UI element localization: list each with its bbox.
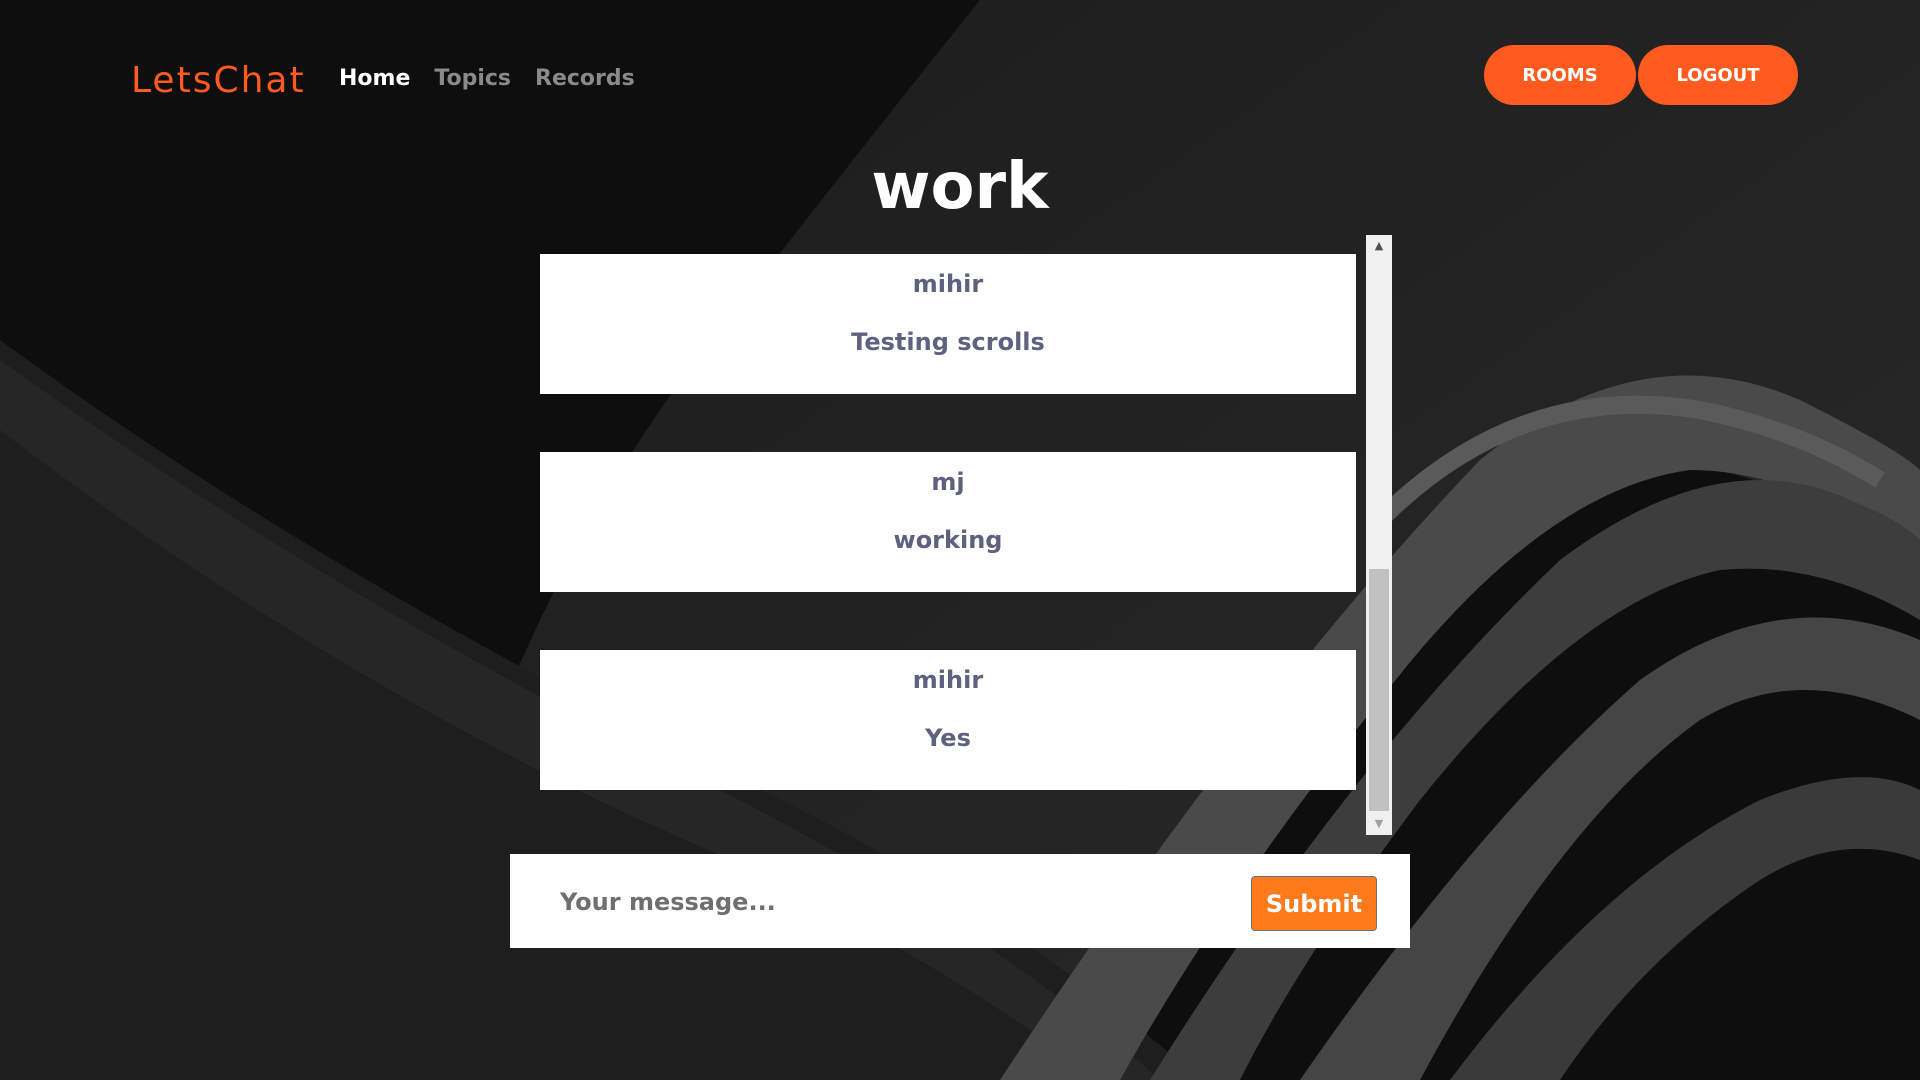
top-navbar: LetsChat Home Topics Records ROOMS LOGOU… (0, 0, 1920, 160)
message-text: working (893, 526, 1003, 554)
message-text: Yes (925, 724, 971, 752)
message-author: mj (931, 468, 965, 496)
logout-button[interactable]: LOGOUT (1638, 45, 1798, 105)
message-card: mihir Testing scrolls (540, 254, 1356, 394)
scroll-up-arrow-icon[interactable]: ▲ (1366, 235, 1392, 257)
nav-buttons: ROOMS LOGOUT (1484, 45, 1798, 105)
submit-button[interactable]: Submit (1251, 876, 1377, 931)
nav-link-topics[interactable]: Topics (434, 66, 511, 91)
chat-panel: mihir Testing scrolls mj working mihir Y… (540, 235, 1392, 835)
message-scrollbar[interactable]: ▲ ▼ (1366, 235, 1392, 835)
room-title: work (871, 150, 1049, 224)
message-card: mj working (540, 452, 1356, 592)
nav-links: Home Topics Records (339, 66, 635, 91)
message-list[interactable]: mihir Testing scrolls mj working mihir Y… (540, 235, 1356, 835)
nav-link-home[interactable]: Home (339, 66, 410, 91)
nav-link-records[interactable]: Records (535, 66, 635, 91)
message-composer: Submit (510, 854, 1410, 948)
scroll-thumb[interactable] (1369, 569, 1389, 811)
message-author: mihir (912, 666, 984, 694)
message-author: mihir (912, 270, 984, 298)
scroll-down-arrow-icon[interactable]: ▼ (1366, 813, 1392, 835)
brand-logo[interactable]: LetsChat (131, 60, 306, 101)
message-card: mihir Yes (540, 650, 1356, 790)
rooms-button[interactable]: ROOMS (1484, 45, 1636, 105)
message-text: Testing scrolls (851, 328, 1045, 356)
message-input[interactable] (558, 876, 1242, 928)
